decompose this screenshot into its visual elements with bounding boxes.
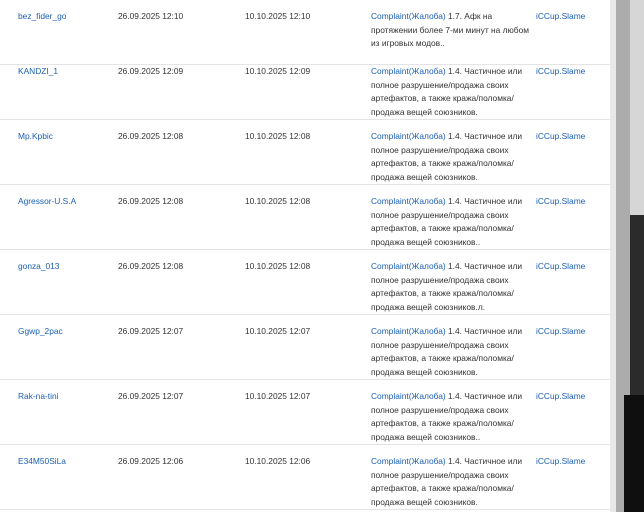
username-link[interactable]: bez_fider_go [18,10,66,24]
ban-date: 26.09.2025 12:09 [118,66,184,76]
background-shade [624,395,644,512]
reason-link[interactable]: Complaint(Жалоба) [371,11,446,21]
ban-reason: Complaint(Жалоба) 1.4. Частичное или пол… [371,65,531,119]
ban-list-table: bez_fider_go 26.09.2025 12:10 10.10.2025… [0,0,610,512]
table-row: Rak-na-tini 26.09.2025 12:07 10.10.2025 … [0,380,610,445]
table-row: Ggwp_2pac 26.09.2025 12:07 10.10.2025 12… [0,315,610,380]
admin-link[interactable]: iCCup.Slame [536,10,585,24]
ban-reason: Complaint(Жалоба) 1.4. Частичное или пол… [371,325,531,379]
username-link[interactable]: KANDZI_1 [18,65,58,79]
reason-link[interactable]: Complaint(Жалоба) [371,391,446,401]
ban-reason: Complaint(Жалоба) 1.7. Афк на протяжении… [371,10,531,51]
unban-date: 10.10.2025 12:08 [245,196,311,206]
admin-link[interactable]: iCCup.Slame [536,390,585,404]
ban-reason: Complaint(Жалоба) 1.4. Частичное или пол… [371,455,531,509]
ban-date: 26.09.2025 12:07 [118,326,184,336]
unban-date: 10.10.2025 12:06 [245,456,311,466]
table-row: Mp.Kpbic 26.09.2025 12:08 10.10.2025 12:… [0,120,610,185]
unban-date: 10.10.2025 12:10 [245,11,311,21]
reason-link[interactable]: Complaint(Жалоба) [371,326,446,336]
ban-reason: Complaint(Жалоба) 1.4. Частичное или пол… [371,195,531,249]
username-link[interactable]: gonza_013 [18,260,59,274]
table-row: KANDZI_1 26.09.2025 12:09 10.10.2025 12:… [0,55,610,120]
unban-date: 10.10.2025 12:07 [245,391,311,401]
table-row: E34M50SiLa 26.09.2025 12:06 10.10.2025 1… [0,445,610,510]
reason-link[interactable]: Complaint(Жалоба) [371,456,446,466]
table-row: Agressor-U.S.A 26.09.2025 12:08 10.10.20… [0,185,610,250]
ban-reason: Complaint(Жалоба) 1.4. Частичное или пол… [371,390,531,444]
unban-date: 10.10.2025 12:07 [245,326,311,336]
reason-link[interactable]: Complaint(Жалоба) [371,66,446,76]
ban-date: 26.09.2025 12:07 [118,391,184,401]
username-link[interactable]: Mp.Kpbic [18,130,53,144]
admin-link[interactable]: iCCup.Slame [536,455,585,469]
unban-date: 10.10.2025 12:08 [245,261,311,271]
reason-link[interactable]: Complaint(Жалоба) [371,261,446,271]
ban-reason: Complaint(Жалоба) 1.4. Частичное или пол… [371,260,531,314]
admin-link[interactable]: iCCup.Slame [536,325,585,339]
reason-link[interactable]: Complaint(Жалоба) [371,131,446,141]
username-link[interactable]: E34M50SiLa [18,455,66,469]
ban-reason: Complaint(Жалоба) 1.4. Частичное или пол… [371,130,531,184]
username-link[interactable]: Rak-na-tini [18,390,59,404]
admin-link[interactable]: iCCup.Slame [536,195,585,209]
unban-date: 10.10.2025 12:08 [245,131,311,141]
ban-date: 26.09.2025 12:08 [118,131,184,141]
admin-link[interactable]: iCCup.Slame [536,65,585,79]
background-highlight [630,0,644,215]
username-link[interactable]: Ggwp_2pac [18,325,63,339]
table-row: gonza_013 26.09.2025 12:08 10.10.2025 12… [0,250,610,315]
admin-link[interactable]: iCCup.Slame [536,260,585,274]
username-link[interactable]: Agressor-U.S.A [18,195,76,209]
ban-date: 26.09.2025 12:08 [118,196,184,206]
page-edge-background [610,0,644,512]
ban-date: 26.09.2025 12:10 [118,11,184,21]
admin-link[interactable]: iCCup.Slame [536,130,585,144]
ban-date: 26.09.2025 12:06 [118,456,184,466]
unban-date: 10.10.2025 12:09 [245,66,311,76]
reason-link[interactable]: Complaint(Жалоба) [371,196,446,206]
ban-date: 26.09.2025 12:08 [118,261,184,271]
